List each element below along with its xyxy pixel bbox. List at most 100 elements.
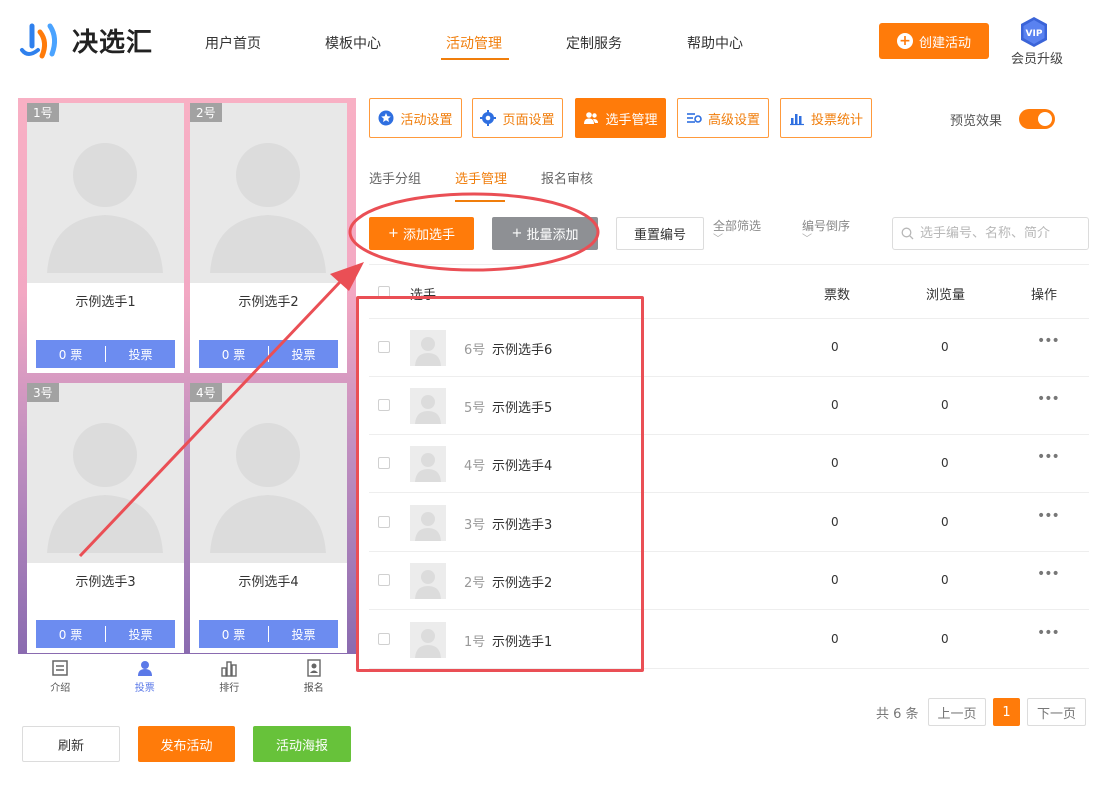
sort-number-label: 编号倒序 [802,219,851,233]
tab-label: 页面设置 [502,112,555,128]
create-activity-button[interactable]: + 创建活动 [879,23,989,59]
header-operations: 操作 [1031,288,1058,303]
reset-number-button[interactable]: 重置编号 [616,217,704,250]
player-number-badge: 3号 [27,383,59,402]
player-photo-placeholder [190,103,347,283]
page-number-current[interactable]: 1 [993,698,1020,726]
preview-player-card[interactable]: 2号 示例选手2 0 票 投票 [190,103,347,373]
player-number-badge: 1号 [27,103,59,122]
more-options-icon[interactable]: ••• [1037,449,1060,465]
player-name: 示例选手1 [75,295,136,310]
tab-label: 活动设置 [400,112,453,128]
more-options-icon[interactable]: ••• [1037,625,1060,641]
vote-bar[interactable]: 0 票 投票 [199,620,338,648]
tab-player-management[interactable]: 选手管理 [575,98,666,138]
phone-tab-intro[interactable]: 介绍 [18,654,103,698]
filter-all-label: 全部筛选 [713,219,762,233]
plus-icon: + [388,226,399,241]
player-photo-placeholder [190,383,347,563]
preview-player-card[interactable]: 1号 示例选手1 0 票 投票 [27,103,184,373]
header-votes[interactable]: 票数 [824,284,850,303]
more-options-icon[interactable]: ••• [1037,566,1060,582]
phone-bottom-tabs: 介绍 投票 排行 报名 [18,654,356,698]
nav-custom-service[interactable]: 定制服务 [566,33,622,53]
ranking-icon [221,661,237,677]
chevron-down-icon: ﹀ [713,234,723,245]
vote-bar[interactable]: 0 票 投票 [36,620,175,648]
settings-sliders-icon [686,113,702,123]
nav-templates[interactable]: 模板中心 [325,33,381,53]
player-votes: 0 [831,456,839,470]
preview-player-card[interactable]: 3号 示例选手3 0 票 投票 [27,383,184,653]
annotation-highlight-box [356,296,644,672]
tab-page-settings[interactable]: 页面设置 [472,98,563,138]
signup-icon [307,659,321,677]
activity-poster-button[interactable]: 活动海报 [253,726,351,762]
vote-button[interactable]: 投票 [269,626,338,643]
vip-badge-icon[interactable]: VIP [1018,16,1050,48]
phone-tab-label: 排行 [219,683,240,694]
nav-activity-manage[interactable]: 活动管理 [446,33,502,53]
phone-tab-ranking[interactable]: 排行 [187,654,272,698]
preview-player-card[interactable]: 4号 示例选手4 0 票 投票 [190,383,347,653]
player-votes: 0 [831,573,839,587]
search-box[interactable] [892,217,1089,250]
tab-vote-statistics[interactable]: 投票统计 [780,98,872,138]
tab-label: 投票统计 [810,112,863,128]
batch-add-button[interactable]: + 批量添加 [492,217,598,250]
publish-activity-button[interactable]: 发布活动 [138,726,235,762]
vote-button[interactable]: 投票 [269,346,338,363]
player-votes: 0 [831,515,839,529]
user-icon [137,661,152,676]
vote-bar[interactable]: 0 票 投票 [199,340,338,368]
vote-count: 0 票 [58,347,83,362]
player-views: 0 [941,573,949,587]
filter-all-dropdown[interactable]: 全部筛选 ﹀ [713,219,761,247]
player-views: 0 [941,456,949,470]
more-options-icon[interactable]: ••• [1037,333,1060,349]
subtab-player-management[interactable]: 选手管理 [455,168,507,187]
add-player-label: 添加选手 [402,228,455,243]
vote-button[interactable]: 投票 [106,346,175,363]
search-icon [901,227,914,240]
tab-label: 高级设置 [707,112,760,128]
vote-count: 0 票 [221,627,246,642]
nav-active-indicator [441,58,509,60]
tab-label: 选手管理 [605,112,658,128]
more-options-icon[interactable]: ••• [1037,508,1060,524]
tab-activity-settings[interactable]: 活动设置 [369,98,462,138]
vote-button[interactable]: 投票 [106,626,175,643]
more-options-icon[interactable]: ••• [1037,391,1060,407]
intro-icon [52,660,68,676]
phone-tab-vote[interactable]: 投票 [103,654,188,698]
refresh-button[interactable]: 刷新 [22,726,120,762]
player-views: 0 [941,515,949,529]
preview-effect-toggle[interactable] [1019,109,1055,129]
player-number-badge: 4号 [190,383,222,402]
phone-tab-signup[interactable]: 报名 [272,654,357,698]
nav-help[interactable]: 帮助中心 [687,33,743,53]
header-views[interactable]: 浏览量 [926,284,965,303]
pagination-total: 共 6 条 [876,707,919,722]
phone-preview: 1号 示例选手1 0 票投票 2号 示例选手2 0 票投票 3号 示例选手3 0… [18,98,356,654]
vip-upgrade-label[interactable]: 会员升级 [1011,48,1063,67]
add-player-button[interactable]: + 添加选手 [369,217,474,250]
player-views: 0 [941,398,949,412]
subtab-player-groups[interactable]: 选手分组 [369,168,421,187]
prev-page-button[interactable]: 上一页 [928,698,986,726]
sort-number-dropdown[interactable]: 编号倒序 ﹀ [802,219,850,247]
chevron-down-icon: ﹀ [802,234,812,245]
bar-chart-icon [789,114,804,126]
player-photo-placeholder [27,383,184,563]
tab-advanced-settings[interactable]: 高级设置 [677,98,769,138]
nav-home[interactable]: 用户首页 [205,33,261,53]
subtab-signup-review[interactable]: 报名审核 [541,168,593,187]
player-views: 0 [941,632,949,646]
preview-effect-label: 预览效果 [950,114,1003,129]
batch-add-label: 批量添加 [526,228,579,243]
vote-bar[interactable]: 0 票 投票 [36,340,175,368]
next-page-button[interactable]: 下一页 [1027,698,1086,726]
player-photo-placeholder [27,103,184,283]
player-name: 示例选手2 [238,295,299,310]
search-input[interactable] [920,226,1080,241]
